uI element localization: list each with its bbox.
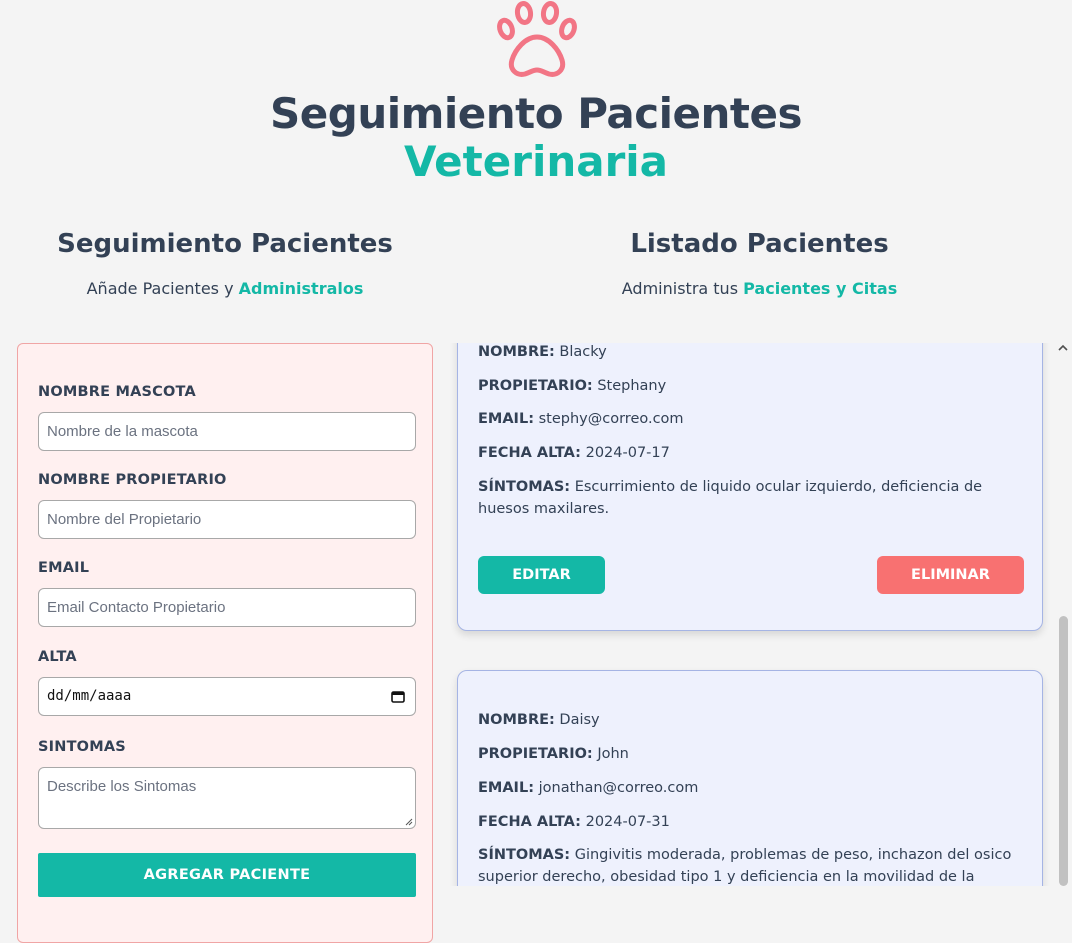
patient-date: 2024-07-17 [585, 445, 670, 461]
patient-card: NOMBRE: Daisy PROPIETARIO: John EMAIL: j… [457, 670, 1043, 886]
owner-field-label: PROPIETARIO: [478, 378, 593, 394]
pet-name-input[interactable]: Nombre de la mascota [38, 412, 416, 451]
patient-symptoms-row: SÍNTOMAS: Escurrimiento de liquido ocula… [478, 476, 1023, 520]
form-subtitle-prefix: Añade Pacientes y [86, 279, 234, 298]
add-patient-button[interactable]: AGREGAR PACIENTE [38, 853, 416, 897]
resize-grip-icon[interactable] [405, 818, 413, 826]
form-section-title: Seguimiento Pacientes [57, 229, 393, 259]
form-section-header: Seguimiento Pacientes Añade Pacientes y … [17, 228, 433, 300]
patient-symptoms-row: SÍNTOMAS: Gingivitis moderada, problemas… [478, 844, 1023, 886]
symptoms-field-label: SÍNTOMAS: [478, 479, 571, 495]
list-subtitle-prefix: Administra tus [621, 279, 739, 298]
delete-button[interactable]: ELIMINAR [877, 556, 1024, 594]
date-input-value: dd/mm/aaaa [47, 688, 132, 704]
patient-date-row: FECHA ALTA: 2024-07-17 [478, 442, 1023, 464]
symptoms-placeholder: Describe los Sintomas [47, 778, 197, 795]
symptoms-field-label: SÍNTOMAS: [478, 847, 571, 863]
page-title-accent: Veterinaria [403, 137, 669, 186]
patient-name: Daisy [559, 712, 600, 728]
symptoms-textarea[interactable]: Describe los Sintomas [38, 767, 416, 829]
patient-name-row: NOMBRE: Blacky [478, 343, 1023, 363]
patient-date-row: FECHA ALTA: 2024-07-31 [478, 811, 1023, 833]
patient-owner: Stephany [597, 378, 667, 394]
email-input[interactable]: Email Contacto Propietario [38, 588, 416, 627]
patient-owner-row: PROPIETARIO: Stephany [478, 375, 1023, 397]
owner-name-label: NOMBRE PROPIETARIO [38, 472, 227, 488]
date-field-label: FECHA ALTA: [478, 445, 581, 461]
page-title: Seguimiento Pacientes [270, 89, 802, 138]
scroll-up-icon[interactable] [1058, 344, 1068, 352]
patient-list: NOMBRE: Blacky PROPIETARIO: Stephany EMA… [447, 343, 1054, 886]
list-section-subtitle: Administra tus Pacientes y Citas [447, 278, 1072, 300]
form-section-subtitle: Añade Pacientes y Administralos [17, 278, 433, 300]
edit-button[interactable]: EDITAR [478, 556, 605, 594]
patient-owner-row: PROPIETARIO: John [478, 743, 1023, 765]
owner-field-label: PROPIETARIO: [478, 746, 593, 762]
owner-name-input[interactable]: Nombre del Propietario [38, 500, 416, 539]
patient-email-row: EMAIL: stephy@correo.com [478, 408, 1023, 430]
patient-owner: John [597, 746, 629, 762]
form-subtitle-highlight: Administralos [238, 279, 364, 298]
list-section-title: Listado Pacientes [630, 229, 889, 259]
email-field-label: EMAIL: [478, 411, 534, 427]
list-subtitle-highlight: Pacientes y Citas [743, 279, 898, 298]
patient-date: 2024-07-31 [585, 814, 670, 830]
calendar-icon[interactable] [391, 690, 405, 703]
email-label: EMAIL [38, 560, 90, 576]
patient-name: Blacky [559, 344, 607, 360]
list-section-header: Listado Pacientes Administra tus Pacient… [447, 228, 1072, 300]
scroll-thumb[interactable] [1059, 616, 1068, 886]
patient-name-row: NOMBRE: Daisy [478, 709, 1023, 731]
date-field-label: FECHA ALTA: [478, 814, 581, 830]
paw-icon [497, 1, 577, 77]
patient-card: NOMBRE: Blacky PROPIETARIO: Stephany EMA… [457, 343, 1043, 631]
symptoms-label: SINTOMAS [38, 739, 126, 755]
date-input[interactable]: dd/mm/aaaa [38, 677, 416, 716]
email-field-label: EMAIL: [478, 780, 534, 796]
name-field-label: NOMBRE: [478, 712, 555, 728]
patient-email-row: EMAIL: jonathan@correo.com [478, 777, 1023, 799]
pet-name-label: NOMBRE MASCOTA [38, 384, 196, 400]
list-scrollbar[interactable] [1054, 340, 1072, 886]
date-label: ALTA [38, 649, 77, 665]
patient-email: stephy@correo.com [538, 411, 684, 427]
patient-form: NOMBRE MASCOTA Nombre de la mascota NOMB… [17, 343, 433, 943]
name-field-label: NOMBRE: [478, 344, 555, 360]
patient-email: jonathan@correo.com [538, 780, 699, 796]
